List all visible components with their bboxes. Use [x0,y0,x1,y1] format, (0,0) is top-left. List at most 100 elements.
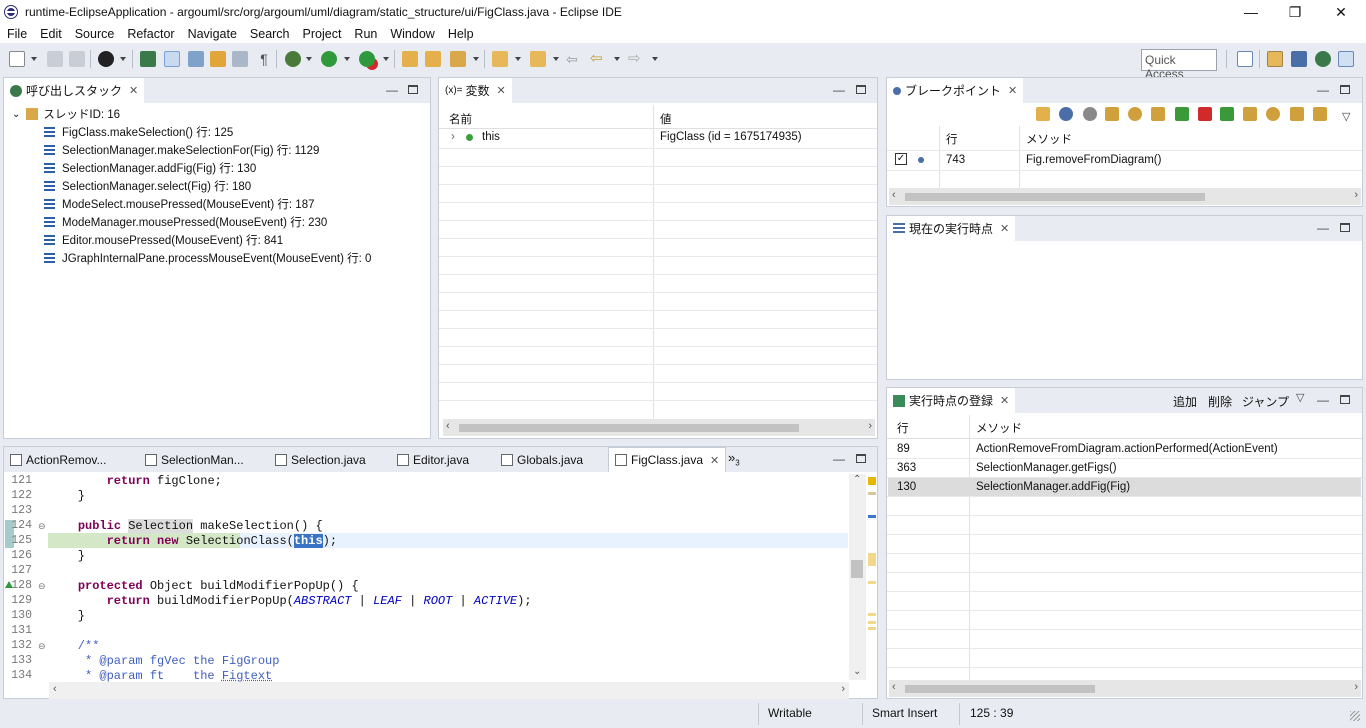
menu-refactor[interactable]: Refactor [127,27,174,41]
scroll-right-icon[interactable]: › [1354,681,1358,693]
skip-breakpoints-icon[interactable] [140,51,156,67]
resume-back-icon[interactable] [1175,107,1189,121]
menu-run[interactable]: Run [354,27,377,41]
registered-method[interactable]: SelectionManager.getFigs() [976,462,1117,474]
drop-to-frame-icon[interactable] [1313,107,1327,121]
editor-tab[interactable]: Globals.java [495,447,589,472]
status-insert-mode[interactable]: Smart Insert [872,706,937,720]
tab-current-point[interactable]: 現在の実行時点 ✕ [887,216,1016,241]
forward-arrow-icon[interactable]: ⇨ [628,51,644,67]
breakpoint-method[interactable]: Fig.removeFromDiagram() [1026,154,1161,166]
breakpoint-marker-icon[interactable] [5,520,14,548]
debug-perspective-icon[interactable] [1315,51,1331,67]
stack-frame[interactable]: ModeManager.mousePressed(MouseEvent) 行: … [44,213,327,231]
variable-name[interactable]: this [482,131,500,143]
next-edit-dropdown-arrow[interactable] [515,57,521,61]
next-annotation-icon[interactable] [188,51,204,67]
step-over-icon[interactable] [1128,107,1142,121]
run-icon[interactable] [321,51,337,67]
menu-file[interactable]: File [7,27,27,41]
search-tool-icon[interactable] [450,51,466,67]
tab-breakpoints[interactable]: ブレークポイント ✕ [887,78,1024,103]
new-icon[interactable] [9,51,25,67]
chevron-down-icon[interactable]: ⌄ [12,109,20,120]
registered-line[interactable]: 363 [897,462,916,474]
minimize-view-icon[interactable]: — [1317,221,1329,235]
maximize-view-icon[interactable] [1340,223,1350,232]
maximize-view-icon[interactable] [856,454,866,463]
last-edit-icon[interactable]: ⇦ [566,51,582,67]
registered-line[interactable]: 130 [897,481,916,493]
scroll-up-icon[interactable]: ⌃ [853,474,861,485]
debug-dropdown-arrow[interactable] [306,57,312,61]
thread-node[interactable]: ⌄ スレッドID: 16 [12,105,120,123]
column-header-method[interactable]: メソッド [1026,131,1072,147]
coverage-icon[interactable] [359,51,375,67]
variables-hscrollbar[interactable]: ‹ › [443,419,875,436]
minimize-view-icon[interactable]: — [386,83,398,97]
breakpoint-enabled-checkbox[interactable]: ✓ [895,153,907,165]
menu-navigate[interactable]: Navigate [188,27,237,41]
scroll-thumb[interactable] [851,560,863,578]
maximize-view-icon[interactable] [1340,395,1350,404]
delete-button[interactable]: 削除 [1208,393,1232,410]
stack-frame[interactable]: ModeSelect.mousePressed(MouseEvent) 行: 1… [44,195,314,213]
scroll-left-icon[interactable]: ‹ [892,189,896,201]
forward-dropdown-arrow[interactable] [652,57,658,61]
resume-icon[interactable] [1220,107,1234,121]
scroll-down-icon[interactable]: ⌄ [853,666,861,677]
editor-vscrollbar[interactable]: ⌃ ⌄ [849,474,866,680]
step-into-icon[interactable] [1105,107,1119,121]
editor-tab[interactable]: SelectionMan... [139,447,250,472]
close-icon[interactable]: ✕ [129,84,138,97]
coverage-dropdown-arrow[interactable] [383,57,389,61]
maximize-button[interactable]: ❐ [1272,0,1318,24]
registered-method[interactable]: SelectionManager.addFig(Fig) [976,481,1130,493]
profile-icon[interactable] [98,51,114,67]
scroll-right-icon[interactable]: › [868,420,872,432]
maximize-view-icon[interactable] [1340,85,1350,94]
stack-frame[interactable]: JGraphInternalPane.processMouseEvent(Mou… [44,249,371,267]
menu-project[interactable]: Project [303,27,342,41]
minimize-view-icon[interactable]: — [1317,83,1329,97]
back-dropdown-arrow[interactable] [614,57,620,61]
editor-tab[interactable]: Editor.java [391,447,475,472]
quick-access-input[interactable]: Quick Access [1141,49,1217,81]
resource-perspective-icon[interactable] [1267,51,1283,67]
fold-icon[interactable]: ⊖ [38,641,46,652]
editor-tab-active[interactable]: FigClass.java ✕ [608,447,727,472]
tab-overflow-button[interactable]: »3 [728,450,740,468]
stack-frame[interactable]: SelectionManager.addFig(Fig) 行: 130 [44,159,256,177]
column-header-value[interactable]: 値 [660,111,672,127]
tab-registered-points[interactable]: 実行時点の登録 ✕ [887,388,1016,413]
editor-tab[interactable]: ActionRemov... [4,447,112,472]
minimize-view-icon[interactable]: — [1317,393,1329,407]
add-button[interactable]: 追加 [1173,393,1197,410]
registered-line[interactable]: 89 [897,443,910,455]
profile-dropdown-arrow[interactable] [120,57,126,61]
prev-edit-dropdown-arrow[interactable] [553,57,559,61]
open-type-icon[interactable] [210,51,226,67]
step-over-forward-icon[interactable] [1266,107,1280,121]
close-icon[interactable]: ✕ [1000,222,1009,235]
open-folder-icon[interactable] [1036,107,1050,121]
save-all-icon[interactable] [69,51,85,67]
back-arrow-icon[interactable]: ⇦ [590,51,606,67]
editor-tab[interactable]: Selection.java [269,447,372,472]
breakpoint-line[interactable]: 743 [946,154,965,166]
column-header-name[interactable]: 名前 [449,111,472,127]
view-menu-icon[interactable]: ▽ [1342,110,1350,123]
close-icon[interactable]: ✕ [710,454,719,467]
scroll-right-icon[interactable]: › [1354,189,1358,201]
search-dropdown-arrow[interactable] [473,57,479,61]
column-header-method[interactable]: メソッド [976,420,1022,436]
menu-window[interactable]: Window [390,27,434,41]
step-return-icon[interactable] [1151,107,1165,121]
column-header-line[interactable]: 行 [897,420,909,436]
menu-search[interactable]: Search [250,27,290,41]
registered-method[interactable]: ActionRemoveFromDiagram.actionPerformed(… [976,443,1278,455]
tab-callstack[interactable]: 呼び出しスタック ✕ [4,78,145,103]
minimize-view-icon[interactable]: — [833,452,845,466]
save-icon[interactable] [47,51,63,67]
stack-frame[interactable]: Editor.mousePressed(MouseEvent) 行: 841 [44,231,283,249]
